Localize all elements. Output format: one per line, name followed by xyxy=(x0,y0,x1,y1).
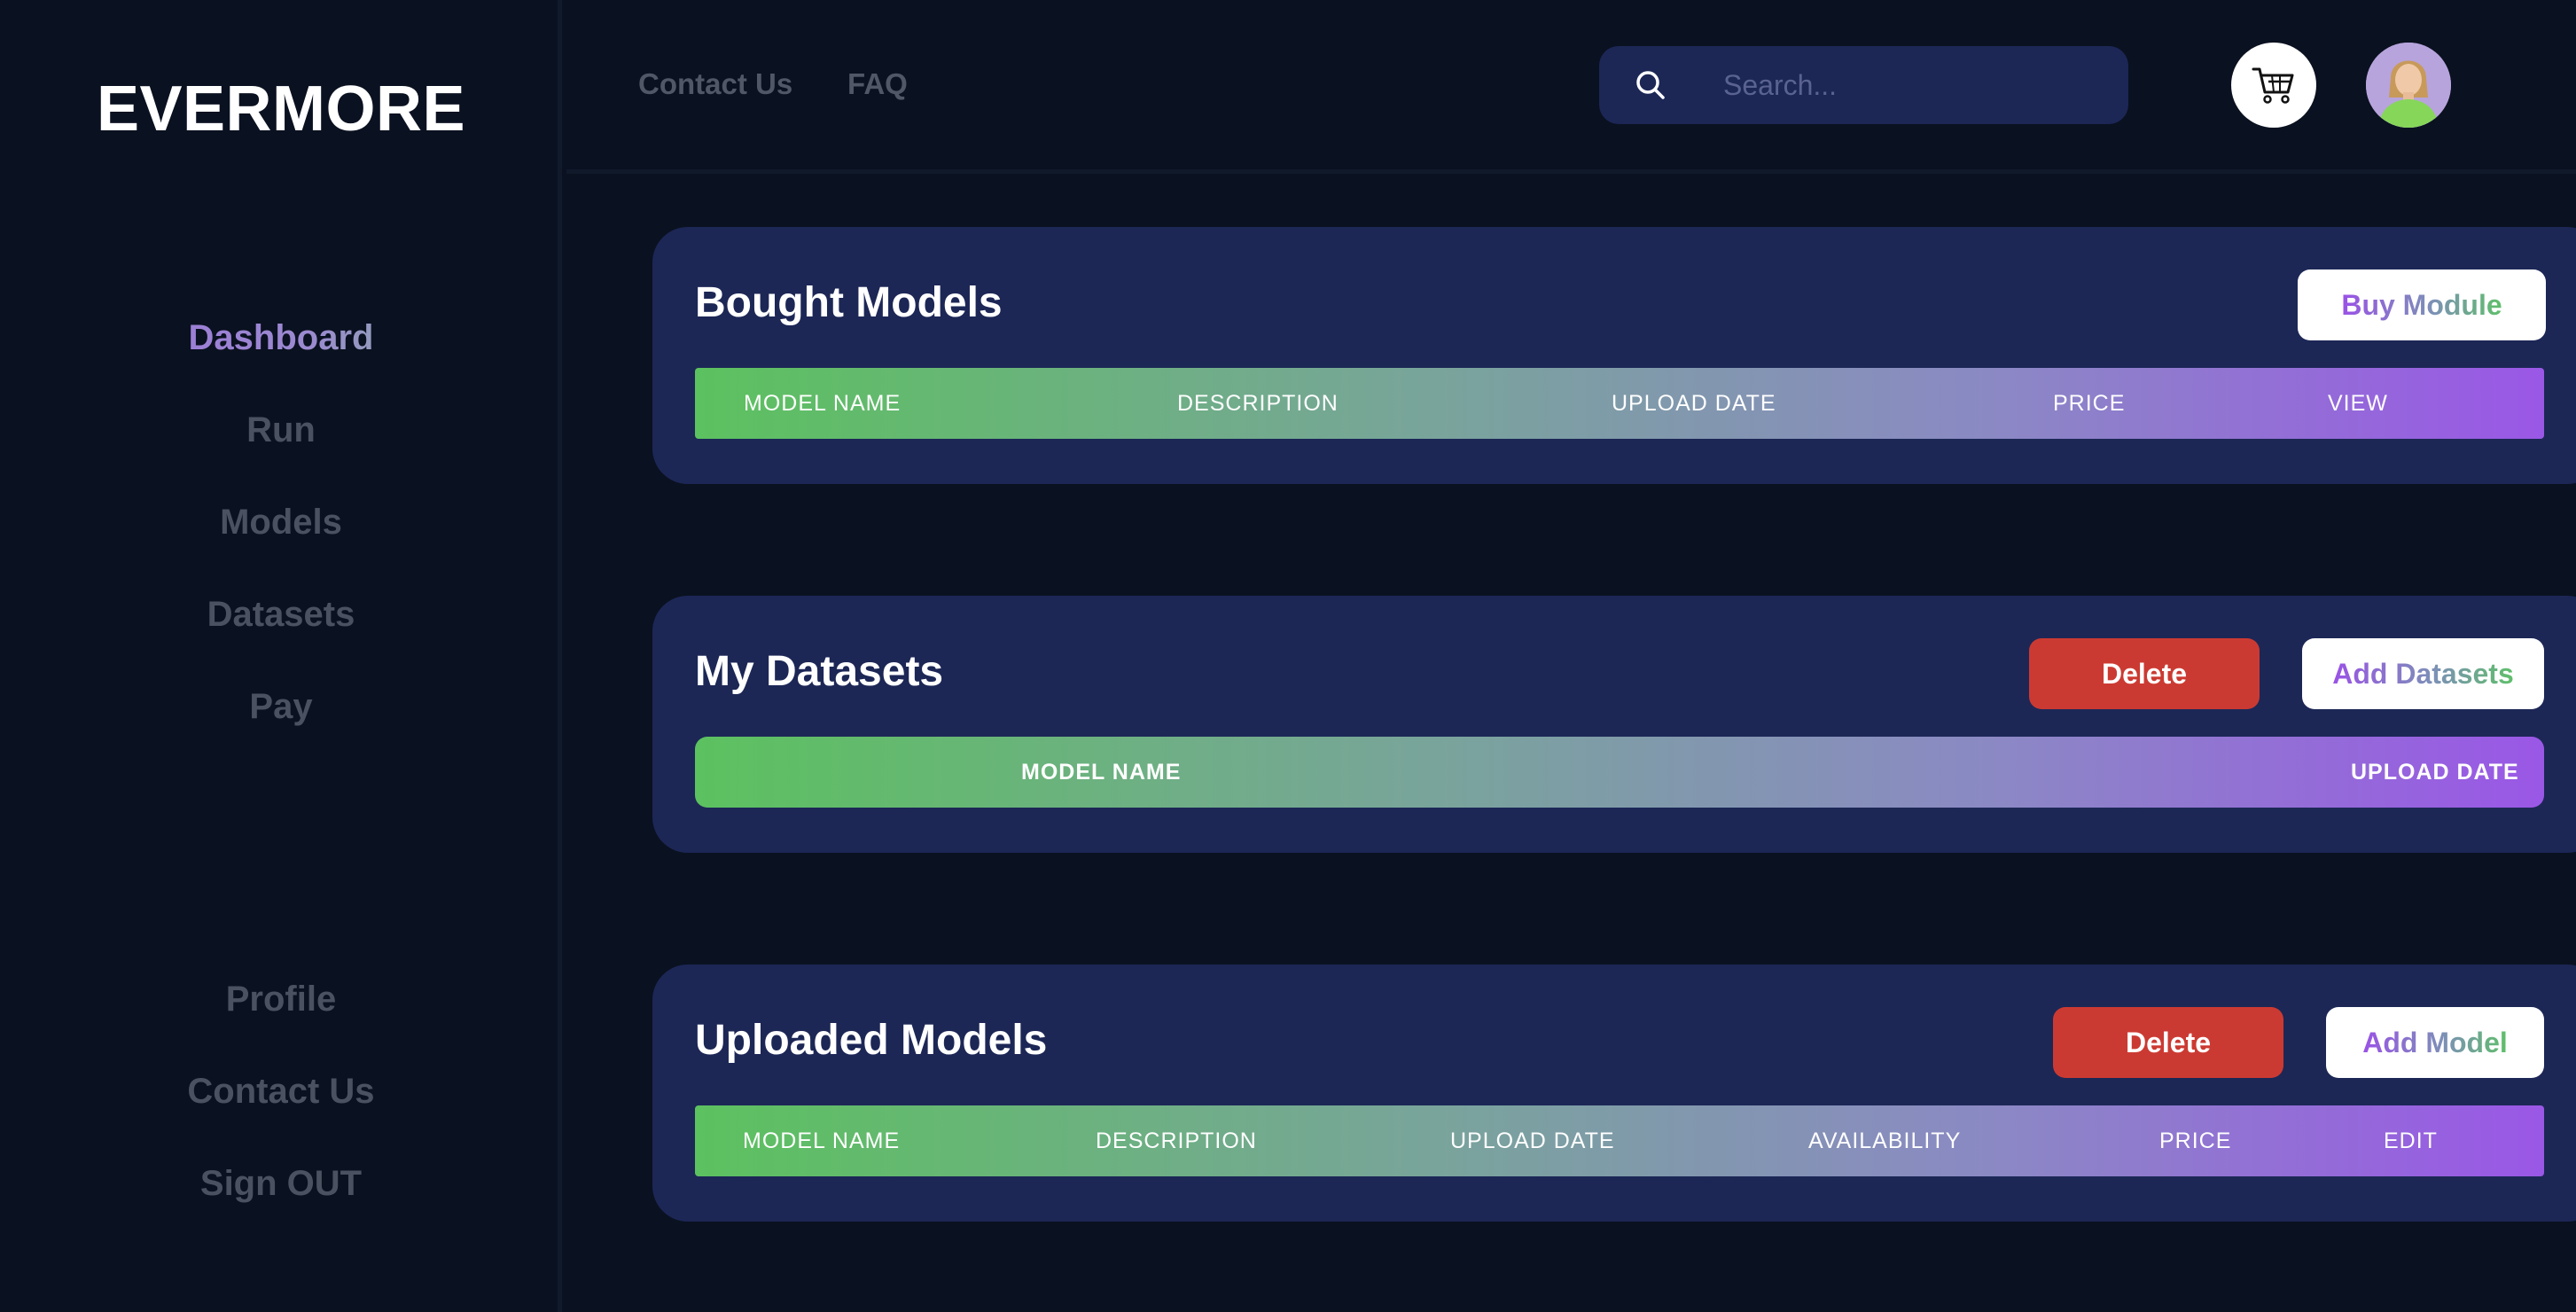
my-datasets-table-header: MODEL NAME UPLOAD DATE xyxy=(695,737,2544,808)
header-link-contact-us[interactable]: Contact Us xyxy=(638,67,792,101)
uploaded-models-title: Uploaded Models xyxy=(695,1017,1048,1064)
column-header-model-name[interactable]: MODEL NAME xyxy=(743,1105,900,1176)
buy-module-label: Buy Module xyxy=(2341,288,2502,321)
column-header-upload-date[interactable]: UPLOAD DATE xyxy=(2351,737,2519,808)
column-header-model-name[interactable]: MODEL NAME xyxy=(1021,737,1181,808)
column-header-upload-date[interactable]: UPLOAD DATE xyxy=(1450,1105,1615,1176)
sidebar-item-contact-us[interactable]: Contact Us xyxy=(0,1064,562,1156)
sidebar: EVERMORE Dashboard Run Models Datasets P… xyxy=(0,0,562,1312)
sidebar-item-models[interactable]: Models xyxy=(0,495,562,587)
column-header-edit[interactable]: EDIT xyxy=(2384,1105,2438,1176)
sidebar-item-profile[interactable]: Profile xyxy=(0,972,562,1064)
column-header-upload-date[interactable]: UPLOAD DATE xyxy=(1612,368,1776,439)
user-avatar[interactable] xyxy=(2366,43,2451,128)
column-header-model-name[interactable]: MODEL NAME xyxy=(744,368,901,439)
sidebar-nav-account: Profile Contact Us Sign OUT xyxy=(0,972,562,1248)
delete-datasets-button[interactable]: Delete xyxy=(2029,638,2260,709)
header-link-faq[interactable]: FAQ xyxy=(847,67,908,101)
uploaded-models-table-header: MODEL NAME DESCRIPTION UPLOAD DATE AVAIL… xyxy=(695,1105,2544,1176)
uploaded-models-card: Uploaded Models Delete Add Model MODEL N… xyxy=(652,964,2576,1222)
column-header-availability[interactable]: AVAILABILITY xyxy=(1808,1105,1961,1176)
avatar-image xyxy=(2366,43,2451,128)
cart-button[interactable] xyxy=(2231,43,2316,128)
add-model-button[interactable]: Add Model xyxy=(2326,1007,2544,1078)
bought-models-card: Bought Models Buy Module MODEL NAME DESC… xyxy=(652,227,2576,484)
cart-icon xyxy=(2252,67,2294,104)
brand-logo[interactable]: EVERMORE xyxy=(0,73,562,145)
my-datasets-card: My Datasets Delete Add Datasets MODEL NA… xyxy=(652,596,2576,853)
bought-models-table-header: MODEL NAME DESCRIPTION UPLOAD DATE PRICE… xyxy=(695,368,2544,439)
sidebar-item-sign-out[interactable]: Sign OUT xyxy=(0,1156,562,1248)
search-input[interactable] xyxy=(1723,46,2104,124)
add-model-label: Add Model xyxy=(2362,1026,2508,1058)
bought-models-title: Bought Models xyxy=(695,279,1003,326)
my-datasets-title: My Datasets xyxy=(695,648,944,695)
column-header-view[interactable]: VIEW xyxy=(2328,368,2388,439)
column-header-price[interactable]: PRICE xyxy=(2053,368,2125,439)
sidebar-item-dashboard[interactable]: Dashboard xyxy=(0,310,562,402)
search-icon[interactable] xyxy=(1633,67,1668,103)
delete-models-button[interactable]: Delete xyxy=(2053,1007,2283,1078)
search-bar xyxy=(1599,46,2128,124)
buy-module-button[interactable]: Buy Module xyxy=(2298,269,2546,340)
column-header-description[interactable]: DESCRIPTION xyxy=(1096,1105,1257,1176)
sidebar-item-run[interactable]: Run xyxy=(0,402,562,495)
app-root: EVERMORE Dashboard Run Models Datasets P… xyxy=(0,0,2576,1312)
column-header-description[interactable]: DESCRIPTION xyxy=(1177,368,1339,439)
top-header: Contact Us FAQ xyxy=(566,0,2576,174)
add-datasets-label: Add Datasets xyxy=(2332,657,2514,690)
add-datasets-button[interactable]: Add Datasets xyxy=(2302,638,2544,709)
sidebar-nav-main: Dashboard Run Models Datasets Pay xyxy=(0,310,562,771)
sidebar-item-pay[interactable]: Pay xyxy=(0,679,562,771)
column-header-price[interactable]: PRICE xyxy=(2159,1105,2231,1176)
sidebar-item-datasets[interactable]: Datasets xyxy=(0,587,562,679)
